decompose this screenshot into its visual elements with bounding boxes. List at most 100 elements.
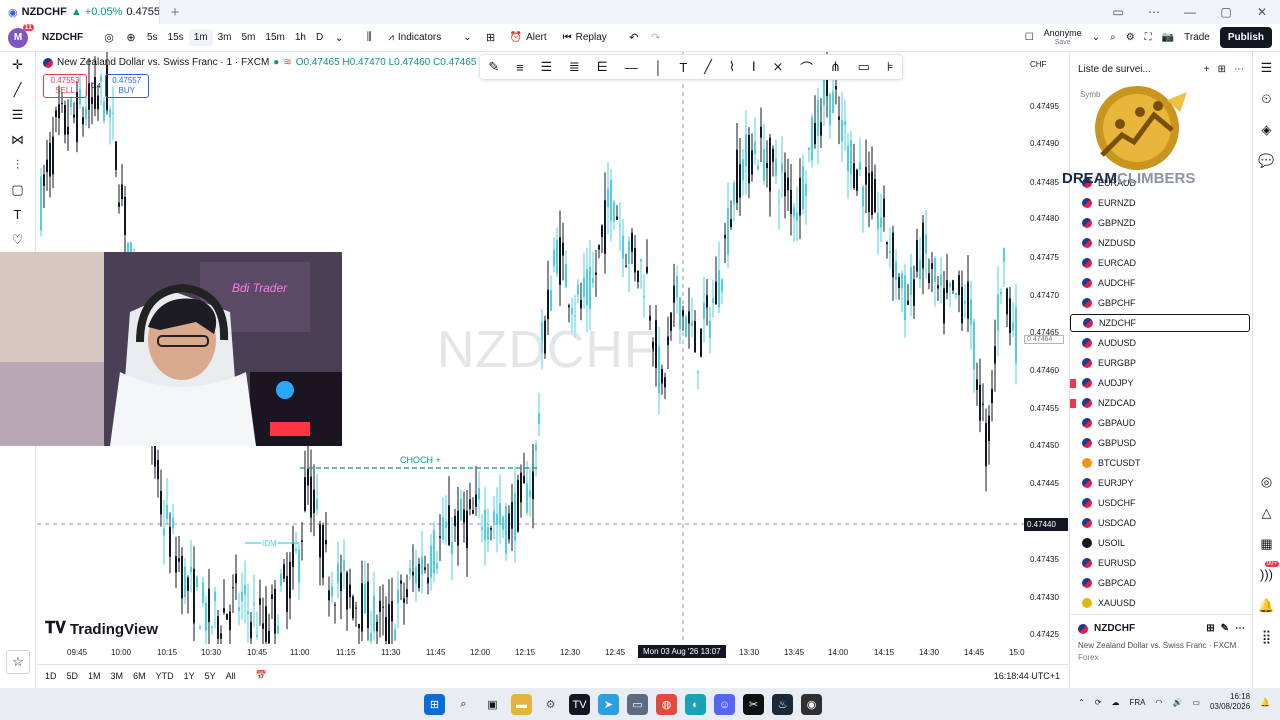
add-symbol-icon[interactable]: + — [1204, 64, 1210, 75]
watchlist-item-usoil[interactable]: USOIL — [1070, 534, 1250, 552]
symbol-info-icon[interactable]: ◎ — [98, 31, 120, 44]
task-view-icon[interactable]: ▣ — [482, 694, 503, 715]
window-icon[interactable]: ▭ — [627, 694, 648, 715]
long-position-icon[interactable]: ⊧ — [887, 59, 894, 75]
trendline-icon[interactable]: ╱ — [0, 77, 35, 102]
buy-button[interactable]: 0.47557 BUY — [104, 74, 149, 98]
wifi-icon[interactable]: ◠ — [1155, 698, 1162, 707]
watchlist-item-audusd[interactable]: AUDUSD — [1070, 334, 1250, 352]
refresh-icon[interactable]: ⟳ — [1095, 698, 1102, 707]
timeframe-5m[interactable]: 5m — [237, 32, 261, 43]
user-menu[interactable]: Anonyme Save — [1044, 28, 1082, 47]
geometric-shapes-icon[interactable]: ▢ — [0, 177, 35, 202]
pattern-icon[interactable]: △ — [1253, 497, 1280, 528]
obs-icon[interactable]: ◉ — [801, 694, 822, 715]
brush-icon[interactable]: ✎ — [488, 59, 499, 75]
watchlist-item-gbpusd[interactable]: GBPUSD — [1070, 434, 1250, 452]
compare-add-icon[interactable]: ⊕ — [120, 31, 142, 44]
chat-icon[interactable]: 💬 — [1253, 145, 1280, 176]
time-axis[interactable]: 09:45 10:00 10:15 10:30 10:45 11:00 11:15 11:30… — [37, 643, 1025, 663]
tradingview-app-icon[interactable]: TV — [569, 694, 590, 715]
close-window-button[interactable]: ✕ — [1244, 5, 1280, 19]
fib-retracement-icon[interactable]: ☰ — [0, 102, 35, 127]
volume-icon[interactable]: 🔊 — [1172, 698, 1182, 707]
details-symbol[interactable]: NZDCHF — [1094, 623, 1135, 634]
heart-icon[interactable]: ♡ — [0, 227, 35, 252]
path-icon[interactable]: ⌇ — [729, 59, 735, 75]
alert-button[interactable]: ⏰ Alert — [502, 32, 555, 43]
advanced-view-icon[interactable]: ⊞ — [1218, 64, 1226, 75]
watchlist-item-btcusdt[interactable]: BTCUSDT — [1070, 454, 1250, 472]
watchlist-item-eurcad[interactable]: EURCAD — [1070, 254, 1250, 272]
search-icon[interactable]: ⌕ — [453, 694, 474, 715]
settings-gear-icon[interactable]: ⚙ — [540, 694, 561, 715]
curve-icon[interactable]: ⌒ — [800, 58, 813, 77]
telegram-icon[interactable]: ➤ — [598, 694, 619, 715]
watchlist-item-gbpaud[interactable]: GBPAUD — [1070, 414, 1250, 432]
edit-icon[interactable]: ✎ — [1221, 623, 1229, 634]
sell-button[interactable]: 0.47553 SELL — [43, 74, 87, 98]
timeframe-1h[interactable]: 1h — [290, 32, 311, 43]
battery-icon[interactable]: ▭ — [1192, 698, 1200, 707]
watchlist-item-nzdcad[interactable]: NZDCAD — [1070, 394, 1250, 412]
watchlist-item-gbpchf[interactable]: GBPCHF — [1070, 294, 1250, 312]
watchlist-item-eurjpy[interactable]: EURJPY — [1070, 474, 1250, 492]
chevron-up-icon[interactable]: ⌃ — [1078, 698, 1085, 707]
horizontal-line-icon[interactable]: — — [625, 60, 638, 75]
redo-icon[interactable]: ↷ — [645, 31, 667, 44]
quick-search-icon[interactable]: ⌕ — [1110, 32, 1116, 43]
range-6m[interactable]: 6M — [133, 671, 146, 681]
watchlist-item-usdcad[interactable]: USDCAD — [1070, 514, 1250, 532]
clock-timezone[interactable]: 16:18:44 UTC+1 — [994, 671, 1068, 681]
chrome-icon[interactable]: ◍ — [656, 694, 677, 715]
range-all[interactable]: All — [226, 671, 236, 681]
range-1m[interactable]: 1M — [88, 671, 101, 681]
cloud-icon[interactable]: ☁ — [1111, 698, 1119, 707]
chevron-down-icon[interactable]: ⌄ — [1092, 32, 1100, 43]
maximize-button[interactable]: ▢ — [1208, 5, 1244, 19]
avatar[interactable]: M 11 — [8, 23, 34, 48]
vertical-line-icon[interactable]: │ — [654, 60, 662, 75]
watchlist-title[interactable]: Liste de survei... — [1078, 64, 1196, 75]
watchlist-item-gbpnzd[interactable]: GBPNZD — [1070, 214, 1250, 232]
range-3m[interactable]: 3M — [111, 671, 124, 681]
layout-checkbox-icon[interactable]: ☐ — [1025, 32, 1034, 43]
text-tool-icon[interactable]: T — [0, 202, 35, 227]
fib-icon[interactable]: ≣ — [569, 59, 580, 75]
favorites-star-icon[interactable]: ☆ — [6, 650, 30, 674]
watchlist-item-audjpy[interactable]: AUDJPY — [1070, 374, 1250, 392]
parallel-channel-icon[interactable]: ☰ — [540, 59, 552, 75]
text-icon[interactable]: T — [679, 60, 687, 75]
watchlist-item-eurusd[interactable]: EURUSD — [1070, 554, 1250, 572]
timeframe-15s[interactable]: 15s — [163, 32, 189, 43]
templates-icon[interactable]: ⊞ — [480, 31, 502, 44]
watchlist-item-nzdusd[interactable]: NZDUSD — [1070, 234, 1250, 252]
range-ytd[interactable]: YTD — [156, 671, 174, 681]
timeframe-5s[interactable]: 5s — [142, 32, 163, 43]
cross-lines-icon[interactable]: ⨯ — [772, 59, 783, 75]
signal-icon[interactable]: ))) 99+ — [1253, 559, 1280, 590]
timeframe-15m[interactable]: 15m — [260, 32, 289, 43]
new-tab-button[interactable]: + — [160, 4, 190, 21]
apps-grid-icon[interactable]: ⣿ — [1253, 621, 1280, 652]
tradingview-logo[interactable]: 𝐓𝐕 TradingView — [45, 620, 158, 638]
more-icon[interactable]: ⋯ — [1136, 5, 1172, 19]
start-menu-icon[interactable]: ⊞ — [424, 694, 445, 715]
file-explorer-icon[interactable]: ▬ — [511, 694, 532, 715]
timeframe-d[interactable]: D — [311, 32, 328, 43]
replay-button[interactable]: ⏮ Replay — [555, 32, 615, 43]
fullscreen-icon[interactable]: ⛶ — [1145, 32, 1152, 43]
watchlist-item-gbpcad[interactable]: GBPCAD — [1070, 574, 1250, 592]
pitchfork-icon[interactable]: ⋔ — [830, 59, 841, 75]
ray-icon[interactable]: ╱ — [704, 59, 712, 75]
notification-bell-icon[interactable]: 🔔 — [1260, 698, 1270, 707]
edge-icon[interactable]: ◐ — [685, 694, 706, 715]
target-icon[interactable]: ◎ — [1253, 466, 1280, 497]
calendar-icon[interactable]: ▦ — [1253, 528, 1280, 559]
goto-date-icon[interactable]: 📅 — [256, 670, 267, 681]
currency-selector[interactable]: CHF — [1030, 60, 1046, 69]
watchlist-item-xauusd[interactable]: XAUUSD — [1070, 594, 1250, 612]
regression-icon[interactable]: ≡ — [516, 60, 524, 75]
language-indicator[interactable]: FRA — [1129, 698, 1145, 707]
watchlist-item-eurnzd[interactable]: EURNZD — [1070, 194, 1250, 212]
